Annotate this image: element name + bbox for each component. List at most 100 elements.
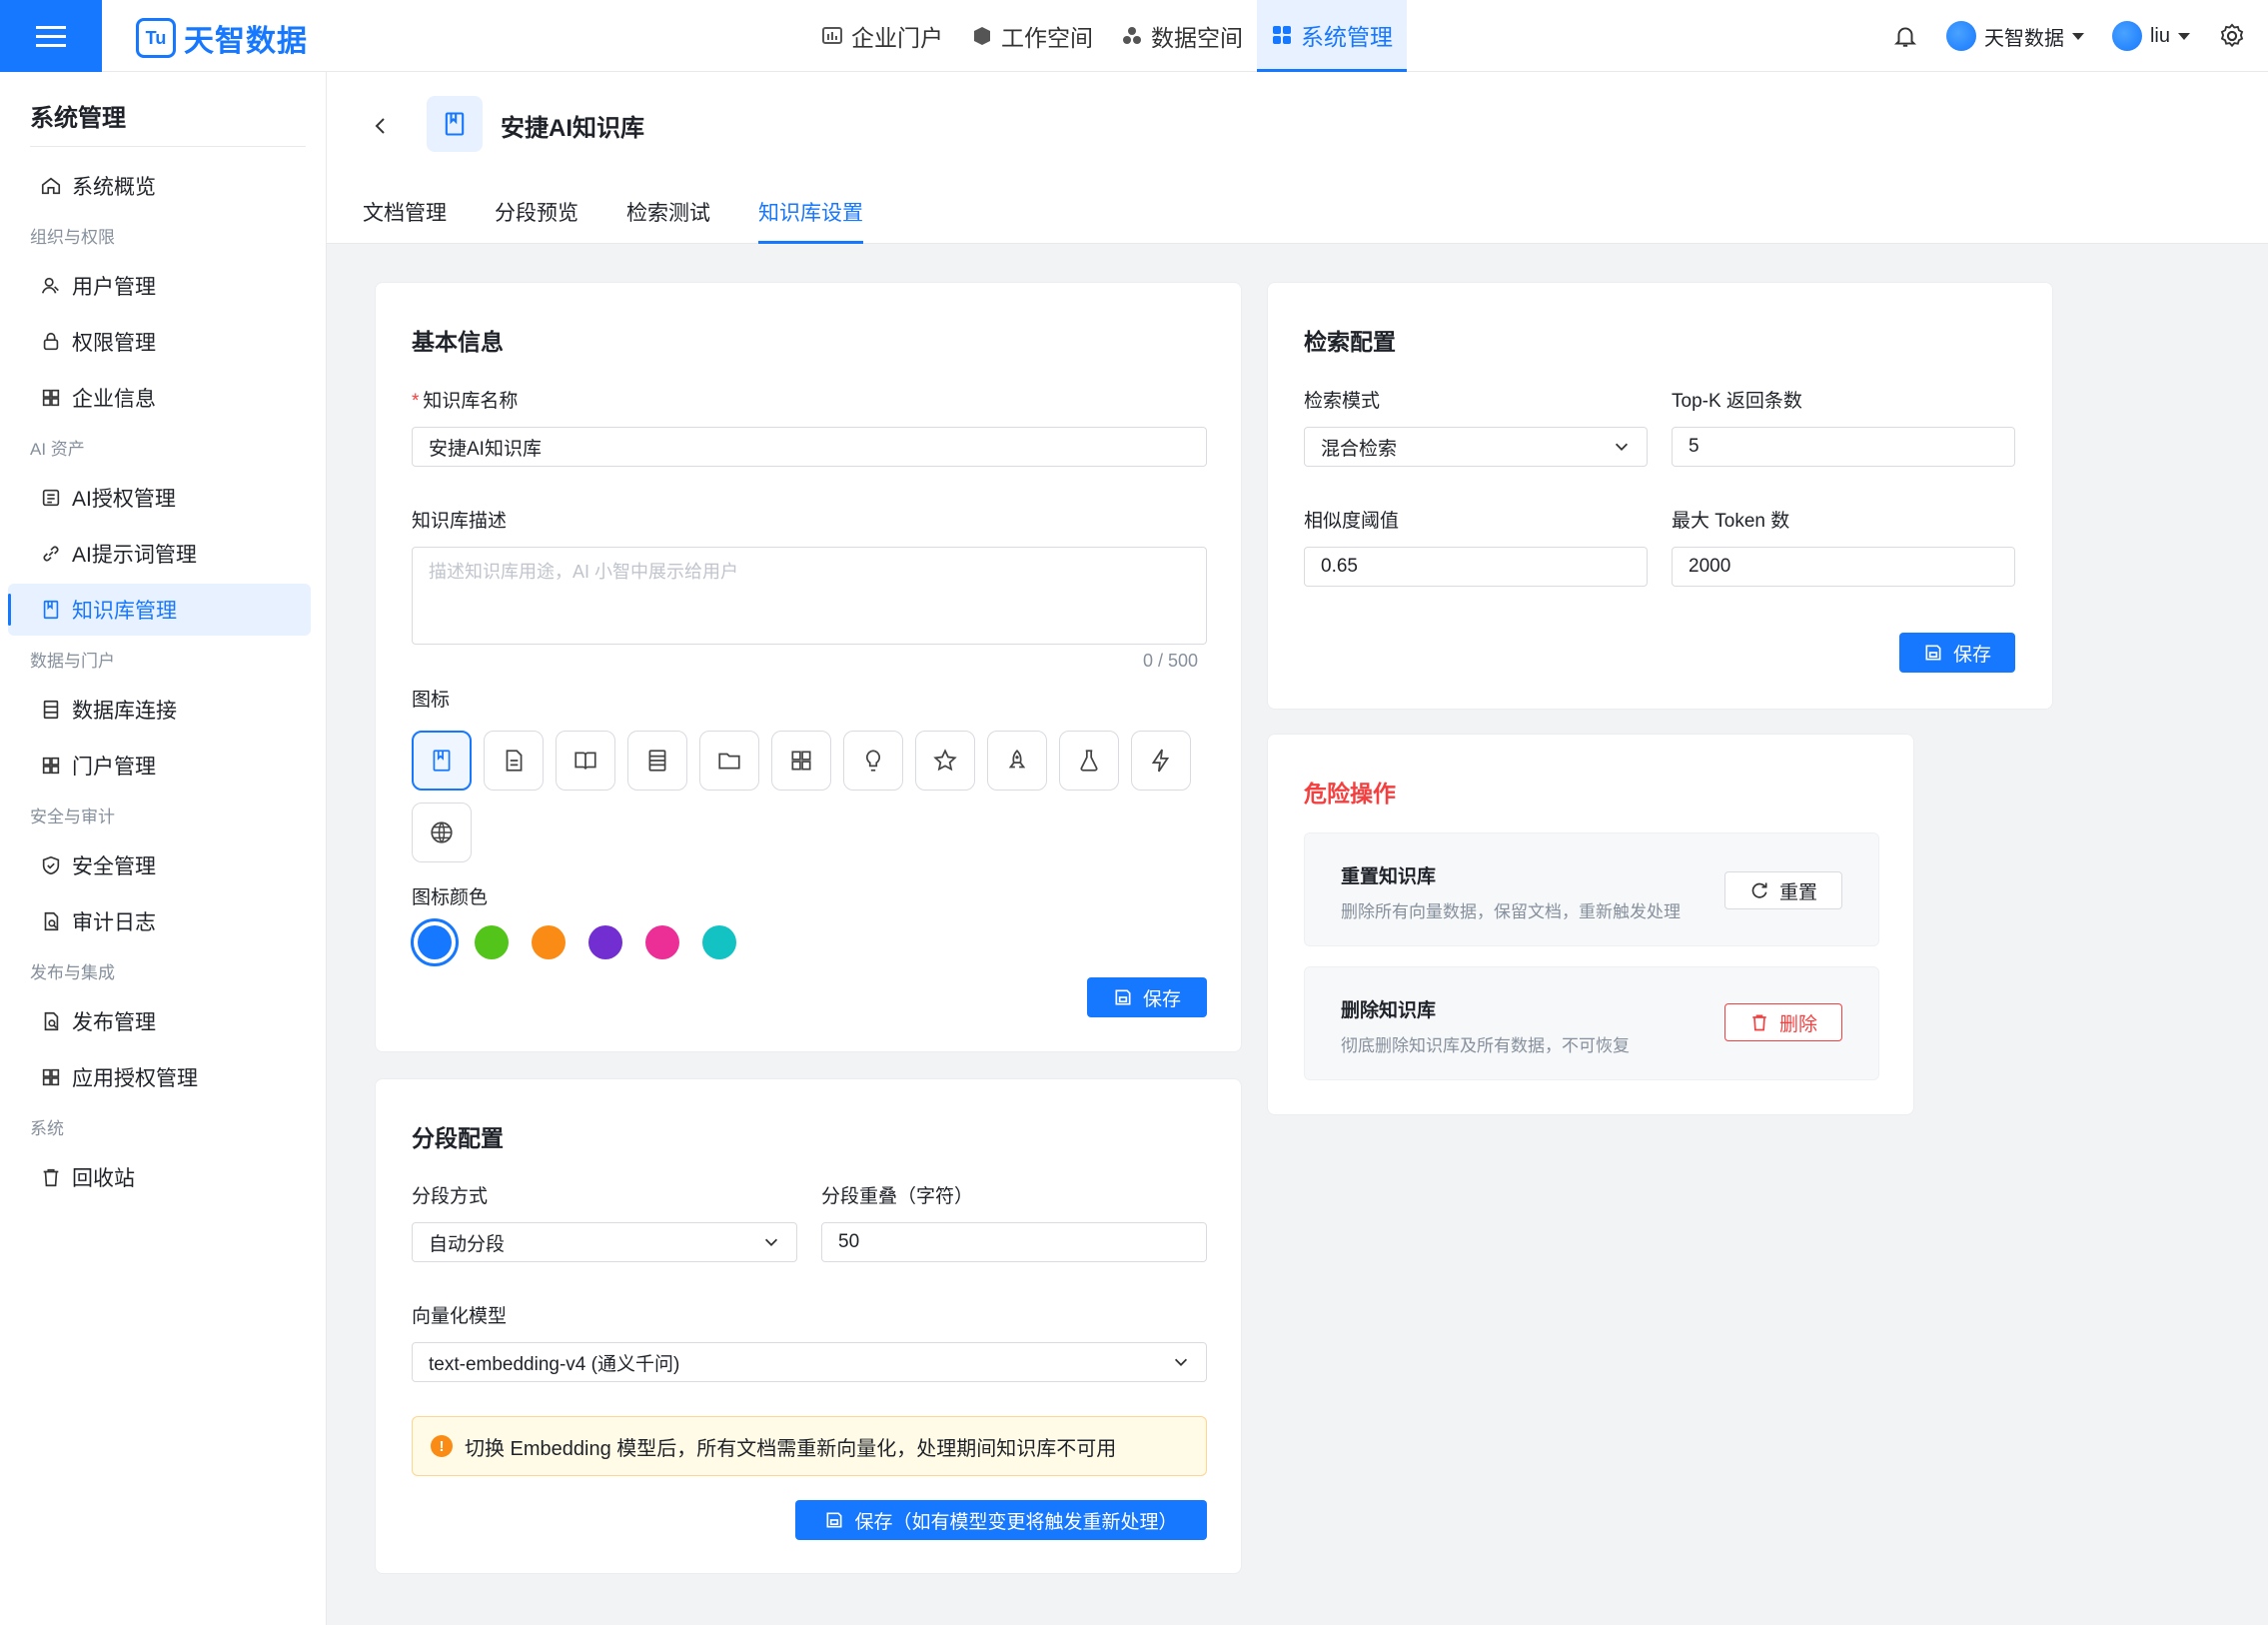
trash-icon [1752,1014,1766,1031]
tab-segment-preview[interactable]: 分段预览 [495,192,578,244]
org-switcher[interactable]: 天智数据 [1945,21,2084,51]
user-menu[interactable]: liu [2111,21,2190,51]
reset-button[interactable]: 重置 [1724,871,1842,909]
org-avatar-icon [1945,21,1976,51]
topnav-label: 工作空间 [1001,25,1093,51]
chevron-left-icon [375,118,385,134]
tab-retrieval-test[interactable]: 检索测试 [626,192,710,244]
sidebar-item-app-auth[interactable]: 应用授权管理 [8,1051,311,1103]
kb-description-textarea[interactable]: 描述知识库用途，AI 小智中展示给用户 [412,547,1207,645]
flask-icon [1080,750,1098,772]
icon-option-folder[interactable] [699,731,759,791]
chevron-down-icon [1615,443,1629,451]
sidebar-item-ai-auth[interactable]: AI授权管理 [8,472,311,524]
save-basic-button[interactable]: 保存 [1087,977,1207,1017]
sidebar-item-knowledge-base[interactable]: 知识库管理 [8,584,311,636]
icon-option-apps[interactable] [771,731,831,791]
icon-option-globe[interactable] [412,803,472,862]
input-value: 5 [1689,436,1700,457]
icon-color-swatch[interactable] [702,925,736,959]
max-token-input[interactable]: 2000 [1672,547,2015,587]
menu-toggle-button[interactable] [0,0,102,72]
user-name: liu [2149,24,2170,47]
embedding-model-select[interactable]: text-embedding-v4 (通义千问) [412,1342,1207,1382]
topnav-enterprise-portal[interactable]: 企业门户 [807,0,957,72]
save-segment-button[interactable]: 保存（如有模型变更将触发重新处理） [795,1500,1207,1540]
button-label: 重置 [1778,881,1817,903]
sidebar-item-database[interactable]: 数据库连接 [8,684,311,736]
retrieval-mode-label: 检索模式 [1304,391,1381,412]
page-header: 安捷AI知识库 文档管理 分段预览 检索测试 知识库设置 [327,72,2268,244]
user-icon [41,277,59,294]
sidebar-item-label: 权限管理 [72,332,156,355]
document-icon [506,750,523,772]
delete-button[interactable]: 删除 [1724,1003,1842,1041]
threshold-label: 相似度阈值 [1304,511,1400,532]
save-retrieval-button[interactable]: 保存 [1899,633,2015,673]
open-book-icon [574,752,596,770]
icon-option-rocket[interactable] [987,731,1047,791]
sidebar-item-label: AI提示词管理 [72,544,197,567]
kb-name-input[interactable]: 安捷AI知识库 [412,427,1207,467]
back-button[interactable] [363,108,399,144]
topnav-system-admin[interactable]: 系统管理 [1257,0,1407,72]
sidebar-item-overview[interactable]: 系统概览 [8,160,311,212]
tab-settings[interactable]: 知识库设置 [758,192,863,244]
sidebar-item-ai-prompt[interactable]: AI提示词管理 [8,528,311,580]
apps-icon [42,757,60,775]
sidebar-item-permissions[interactable]: 权限管理 [8,316,311,368]
topnav-workspace[interactable]: 工作空间 [957,0,1107,72]
segment-mode-select[interactable]: 自动分段 [412,1222,797,1262]
segment-overlap-input[interactable]: 50 [821,1222,1207,1262]
threshold-input[interactable]: 0.65 [1304,547,1648,587]
chevron-down-icon [764,1238,778,1246]
icon-option-document[interactable] [484,731,544,791]
icon-option-list[interactable] [627,731,687,791]
save-icon [826,1512,842,1528]
top-bar: Tu 天智数据 企业门户 工作空间 数据空间 系统管理 天智数据 liu [0,0,2268,72]
link-icon [43,546,59,562]
sidebar-item-users[interactable]: 用户管理 [8,260,311,312]
delete-kb-section: 删除知识库 彻底删除知识库及所有数据，不可恢复 删除 [1304,966,1879,1080]
icon-color-swatch[interactable] [411,918,459,966]
icon-option-flask[interactable] [1059,731,1119,791]
icon-label: 图标 [412,690,451,711]
sidebar-item-audit[interactable]: 审计日志 [8,895,311,947]
icon-option-bookmark[interactable] [412,731,472,791]
apps-icon [791,751,811,771]
sidebar: 系统管理 系统概览 组织与权限 用户管理 权限管理 企业信息 AI 资产 AI授… [0,72,327,1625]
sidebar-item-label: 发布管理 [72,1011,156,1034]
name-label: * 知识库名称 [412,386,518,413]
bell-icon[interactable] [1892,23,1918,49]
gear-icon[interactable] [2218,22,2246,50]
sidebar-item-portal[interactable]: 门户管理 [8,740,311,792]
bookmark-icon [433,750,451,772]
sidebar-item-label: 企业信息 [72,388,156,411]
icon-option-lightning[interactable] [1131,731,1191,791]
sidebar-item-recycle-bin[interactable]: 回收站 [8,1151,311,1203]
icon-color-swatch[interactable] [532,925,566,959]
card-title: 危险操作 [1304,781,1396,807]
icon-color-swatch[interactable] [645,925,679,959]
brand-logo[interactable]: Tu 天智数据 [136,16,308,60]
topk-input[interactable]: 5 [1672,427,2015,467]
bookmark-icon [445,112,465,136]
top-nav: 企业门户 工作空间 数据空间 系统管理 [807,0,1407,72]
sidebar-group-label: 数据与门户 [30,652,115,671]
hamburger-icon [36,26,66,47]
icon-option-book[interactable] [556,731,615,791]
retrieval-mode-select[interactable]: 混合检索 [1304,427,1648,467]
select-value: 自动分段 [429,1233,506,1255]
icon-color-swatch[interactable] [475,925,509,959]
sidebar-item-security[interactable]: 安全管理 [8,839,311,891]
topnav-dataspace[interactable]: 数据空间 [1107,0,1257,72]
icon-option-bulb[interactable] [843,731,903,791]
icon-color-swatch[interactable] [588,925,622,959]
sidebar-item-label: 回收站 [72,1167,135,1190]
tab-bar: 文档管理 分段预览 检索测试 知识库设置 [363,192,863,244]
sidebar-item-publish[interactable]: 发布管理 [8,995,311,1047]
icon-option-star[interactable] [915,731,975,791]
tab-documents[interactable]: 文档管理 [363,192,447,244]
sidebar-item-company[interactable]: 企业信息 [8,372,311,424]
button-label: 删除 [1778,1013,1817,1035]
